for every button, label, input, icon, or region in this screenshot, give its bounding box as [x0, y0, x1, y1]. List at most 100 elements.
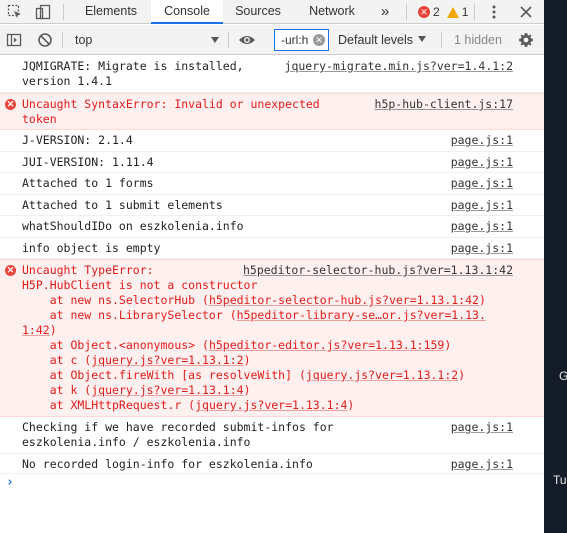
background-text-tu: Tu: [553, 473, 567, 487]
more-tabs-label: »: [380, 3, 390, 20]
console-prompt[interactable]: ›: [6, 475, 14, 490]
stack-frame-text: ): [243, 353, 251, 367]
stack-frame: at XMLHttpRequest.r (jquery.js?ver=1.13.…: [22, 398, 355, 413]
warning-triangle-icon: [446, 6, 459, 18]
tab-network-label: Network: [309, 4, 355, 18]
tab-network[interactable]: Network: [297, 0, 367, 23]
message-text: Uncaught SyntaxError: Invalid or unexpec…: [22, 97, 320, 126]
stack-frame-text: ): [243, 383, 251, 397]
console-message: whatShouldIDo on eszkolenia.info page.js…: [0, 216, 544, 238]
error-icon: ✕: [5, 265, 16, 276]
console-message: J-VERSION: 2.1.4 page.js:1: [0, 130, 544, 152]
stack-frame-text: at c (: [22, 353, 92, 367]
stack-frame-text: ): [347, 398, 355, 412]
message-text: JUI-VERSION: 1.11.4: [22, 155, 154, 169]
stack-frame-text: ): [444, 338, 452, 352]
background-text-g: G: [559, 369, 567, 383]
tab-console-label: Console: [164, 4, 210, 18]
stack-frame-link[interactable]: h5peditor-editor.js?ver=1.13.1:159: [209, 338, 444, 352]
console-settings-gear-icon[interactable]: [515, 29, 537, 51]
message-text: J-VERSION: 2.1.4: [22, 133, 133, 147]
tab-bar-divider-3: [474, 4, 475, 20]
filter-value: -url:h: [281, 33, 309, 47]
message-source-link[interactable]: page.js:1: [451, 176, 513, 191]
hidden-messages-count: 1 hidden: [454, 33, 502, 47]
tab-elements[interactable]: Elements: [71, 0, 151, 23]
issue-counts[interactable]: ✕ 2 1: [418, 4, 468, 20]
stack-frame-text: at XMLHttpRequest.r (: [22, 398, 196, 412]
stack-frame: at Object.<anonymous> (h5peditor-editor.…: [22, 338, 452, 353]
devtools-panel: Elements Console Sources Network » ✕ 2 1: [0, 0, 544, 533]
message-source-link[interactable]: page.js:1: [451, 219, 513, 234]
chevron-down-icon: [211, 37, 219, 43]
console-message: info object is empty page.js:1: [0, 238, 544, 259]
toolbar-divider: [62, 32, 63, 48]
stack-frame-text: at Object.fireWith [as resolveWith] (: [22, 368, 306, 382]
clear-filter-icon[interactable]: ✕: [313, 34, 325, 46]
log-levels-dropdown[interactable]: Default levels: [338, 29, 427, 51]
error-summary: H5P.HubClient is not a constructor: [22, 278, 258, 292]
more-tabs-button[interactable]: »: [375, 0, 395, 23]
message-text: whatShouldIDo on eszkolenia.info: [22, 219, 244, 233]
message-source-link[interactable]: page.js:1: [451, 241, 513, 256]
stack-frame-text: at k (: [22, 383, 92, 397]
stack-frame-link[interactable]: h5peditor-library-se…or.js?ver=1.13.: [237, 308, 486, 322]
device-toolbar-icon[interactable]: [32, 0, 54, 23]
show-sidebar-icon[interactable]: [3, 29, 25, 51]
message-source-link[interactable]: h5p-hub-client.js:17: [375, 97, 513, 112]
toolbar-divider-2: [228, 32, 229, 48]
stack-frame-link[interactable]: jquery.js?ver=1.13.1:4: [195, 398, 347, 412]
console-message: JQMIGRATE: Migrate is installed, version…: [0, 56, 544, 93]
message-source-link[interactable]: page.js:1: [451, 198, 513, 213]
error-count: 2: [433, 5, 440, 19]
stack-frame-text: ): [458, 368, 466, 382]
message-source-link[interactable]: jquery-migrate.min.js?ver=1.4.1:2: [285, 59, 513, 74]
tab-bar-divider-2: [406, 4, 407, 20]
background-page-strip: G Tu: [544, 0, 567, 533]
log-levels-label: Default levels: [338, 33, 414, 47]
console-toolbar: top -url:h ✕ Default levels 1 hidden: [0, 25, 544, 55]
chevron-down-icon: [418, 36, 427, 42]
clear-console-icon[interactable]: [34, 29, 56, 51]
context-value: top: [75, 33, 93, 47]
stack-frame-text: ): [478, 293, 486, 307]
stack-frame: at new ns.SelectorHub (h5peditor-selecto…: [22, 293, 486, 308]
stack-frame-link[interactable]: jquery.js?ver=1.13.1:2: [306, 368, 458, 382]
tab-sources[interactable]: Sources: [223, 0, 293, 23]
tab-sources-label: Sources: [235, 4, 281, 18]
stack-frame: at c (jquery.js?ver=1.13.1:2): [22, 353, 251, 368]
tab-bar-divider: [63, 4, 64, 20]
console-message: Checking if we have recorded submit-info…: [0, 417, 544, 454]
message-text: Checking if we have recorded submit-info…: [22, 420, 334, 449]
live-expression-eye-icon[interactable]: [236, 29, 258, 51]
tab-elements-label: Elements: [84, 4, 138, 18]
message-source-link[interactable]: page.js:1: [451, 133, 513, 148]
stack-frame-link[interactable]: jquery.js?ver=1.13.1:2: [91, 353, 243, 367]
context-select[interactable]: top: [67, 29, 225, 51]
stack-frame: 1:42): [22, 323, 57, 338]
filter-input[interactable]: -url:h ✕: [274, 29, 329, 51]
console-log[interactable]: JQMIGRATE: Migrate is installed, version…: [0, 56, 544, 533]
close-devtools-icon[interactable]: [515, 0, 537, 23]
stack-frame-link[interactable]: h5peditor-selector-hub.js?ver=1.13.1:42: [209, 293, 479, 307]
message-source-link[interactable]: h5peditor-selector-hub.js?ver=1.13.1:42: [243, 263, 513, 278]
console-message: Attached to 1 submit elements page.js:1: [0, 195, 544, 216]
message-source-link[interactable]: page.js:1: [451, 457, 513, 472]
x-circle-icon: ✕: [418, 6, 430, 18]
message-source-link[interactable]: page.js:1: [451, 155, 513, 170]
console-error-message: ✕ Uncaught SyntaxError: Invalid or unexp…: [0, 93, 544, 130]
tab-console[interactable]: Console: [151, 0, 223, 24]
message-text: Attached to 1 submit elements: [22, 198, 223, 212]
stack-frame-link[interactable]: jquery.js?ver=1.13.1:4: [91, 383, 243, 397]
stack-frame-text: at new ns.LibrarySelector (: [22, 308, 237, 322]
error-icon: ✕: [5, 99, 16, 110]
inspect-element-icon[interactable]: [4, 0, 26, 23]
stack-frame-text: ): [49, 323, 57, 337]
message-text: Uncaught TypeError:: [22, 263, 154, 277]
message-text: No recorded login-info for eszkolenia.in…: [22, 457, 313, 471]
message-source-link[interactable]: page.js:1: [451, 420, 513, 435]
stack-frame-link[interactable]: 1:42: [22, 323, 50, 337]
kebab-menu-icon[interactable]: [483, 0, 505, 23]
devtools-tab-bar: Elements Console Sources Network » ✕ 2 1: [0, 0, 544, 24]
toolbar-divider-3: [441, 32, 442, 48]
